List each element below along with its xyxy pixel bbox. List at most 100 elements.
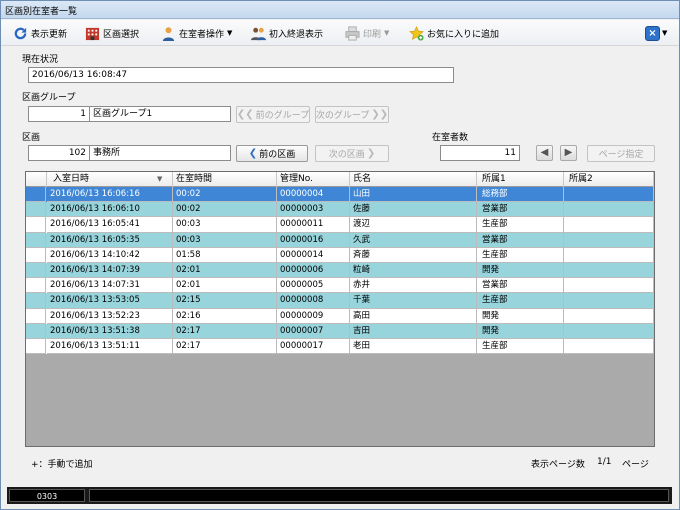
refresh-icon	[14, 27, 27, 39]
area-group-number-field: 1	[28, 106, 90, 122]
table-row[interactable]: 2016/06/13 13:52:23 02:16 00000009 高田 開発	[26, 308, 654, 324]
cell-dept1: 開発	[477, 323, 564, 339]
cell-entry: 2016/06/13 14:07:39	[47, 262, 173, 279]
building-icon	[85, 27, 100, 40]
table-header: 入室日時 ▼ 在室時間 管理No. 氏名 所属1 所属2	[26, 172, 654, 187]
next-area-label: 次の区画	[328, 150, 365, 160]
close-icon: ×	[645, 25, 660, 41]
area-group-label: 区画グループ	[22, 93, 76, 103]
cell-name: 老田	[350, 338, 477, 355]
status-code: 0303	[9, 489, 85, 502]
page-specify-button[interactable]: ページ指定	[587, 145, 655, 162]
cell-dept2	[564, 293, 654, 309]
area-name-field: 事務所	[89, 145, 231, 161]
row-header[interactable]	[26, 217, 46, 233]
close-chevron-down-icon: ▼	[662, 29, 668, 37]
cell-name: 佐藤	[350, 202, 477, 218]
row-header[interactable]	[26, 293, 46, 309]
first-last-display-label: 初入終退表示	[269, 29, 324, 40]
cell-duration: 02:01	[173, 278, 277, 294]
prev-group-button[interactable]: ❮❮ 前のグループ	[236, 106, 310, 123]
cell-dept1: 開発	[477, 308, 564, 324]
occupant-ops-label: 在室者操作	[179, 29, 225, 40]
cell-duration: 01:58	[173, 247, 277, 263]
page-next-arrow-icon: ▶	[564, 147, 573, 158]
cell-entry: 2016/06/13 14:10:42	[47, 247, 173, 263]
row-header[interactable]	[26, 308, 46, 324]
table-row[interactable]: 2016/06/13 13:53:05 02:15 00000008 千葉 生産部	[26, 293, 654, 309]
row-header[interactable]	[26, 262, 46, 279]
refresh-button[interactable]: 表示更新	[13, 24, 67, 42]
cell-name: 久武	[350, 232, 477, 248]
table-row[interactable]: 2016/06/13 16:06:16 00:02 00000004 山田 総務部	[26, 187, 654, 203]
column-header-duration[interactable]: 在室時間	[173, 172, 277, 187]
row-header[interactable]	[26, 202, 46, 218]
page-unit: ページ	[622, 460, 649, 470]
cell-dept1: 生産部	[477, 217, 564, 233]
row-header[interactable]	[26, 232, 46, 248]
cell-name: 吉田	[350, 323, 477, 339]
first-last-display-button[interactable]: 初入終退表示	[251, 24, 323, 42]
table-row[interactable]: 2016/06/13 13:51:38 02:17 00000007 吉田 開発	[26, 323, 654, 339]
column-header-dept2[interactable]: 所属2	[564, 172, 654, 187]
area-select-button[interactable]: 区画選択	[85, 24, 139, 42]
cell-no: 00000007	[277, 323, 350, 339]
table-row[interactable]: 2016/06/13 16:06:10 00:02 00000003 佐藤 営業部	[26, 202, 654, 218]
table-row[interactable]: 2016/06/13 16:05:41 00:03 00000011 渡辺 生産部	[26, 217, 654, 233]
prev-area-button[interactable]: ❮ 前の区画	[236, 145, 308, 162]
print-chevron-down-icon: ▼	[384, 29, 390, 37]
cell-duration: 02:16	[173, 308, 277, 324]
print-label: 印刷	[363, 29, 382, 40]
cell-entry: 2016/06/13 16:05:41	[47, 217, 173, 233]
cell-dept2	[564, 308, 654, 324]
occupant-ops-menu[interactable]: 在室者操作 ▼	[161, 24, 232, 42]
cell-no: 00000016	[277, 232, 350, 248]
page-prev-arrow-icon: ◀	[540, 147, 549, 158]
area-group-name-field: 区画グループ1	[89, 106, 231, 122]
prev-area-label: 前の区画	[259, 150, 296, 160]
print-menu[interactable]: 印刷 ▼	[345, 24, 389, 42]
row-header[interactable]	[26, 338, 46, 355]
cell-duration: 02:17	[173, 323, 277, 339]
row-header[interactable]	[26, 187, 46, 203]
column-header-entry[interactable]: 入室日時 ▼	[47, 172, 173, 187]
cell-entry: 2016/06/13 13:51:11	[47, 338, 173, 355]
cell-no: 00000017	[277, 338, 350, 355]
cell-no: 00000004	[277, 187, 350, 203]
table-row[interactable]: 2016/06/13 16:05:35 00:03 00000016 久武 営業部	[26, 232, 654, 248]
manual-add-hint: +：手動で追加	[31, 460, 93, 470]
row-header[interactable]	[26, 278, 46, 294]
close-menu-button[interactable]: × ▼	[645, 24, 673, 42]
cell-entry: 2016/06/13 16:05:35	[47, 232, 173, 248]
cell-dept2	[564, 278, 654, 294]
cell-duration: 00:03	[173, 217, 277, 233]
cell-dept1: 営業部	[477, 278, 564, 294]
cell-entry: 2016/06/13 16:06:10	[47, 202, 173, 218]
title-bar: 区画別在室者一覧	[1, 1, 679, 19]
area-label: 区画	[22, 133, 41, 143]
cell-entry: 2016/06/13 16:06:16	[47, 187, 173, 203]
prev-group-label: 前のグループ	[255, 111, 310, 121]
page-prev-button[interactable]: ◀	[536, 145, 553, 161]
cell-no: 00000014	[277, 247, 350, 263]
column-header-name[interactable]: 氏名	[350, 172, 477, 187]
cell-duration: 02:17	[173, 338, 277, 355]
cell-duration: 02:15	[173, 293, 277, 309]
cell-entry: 2016/06/13 14:07:31	[47, 278, 173, 294]
row-header[interactable]	[26, 323, 46, 339]
status-message	[89, 489, 669, 502]
next-area-button[interactable]: 次の区画 ❯	[315, 145, 389, 162]
toolbar: 表示更新 区画選択 在室者操作 ▼ 初入終退表示 印刷 ▼ お気に入りに追加 ×…	[1, 20, 679, 46]
current-status-label: 現在状況	[22, 55, 59, 65]
table-row[interactable]: 2016/06/13 14:07:31 02:01 00000005 赤井 営業部	[26, 278, 654, 294]
table-row[interactable]: 2016/06/13 13:51:11 02:17 00000017 老田 生産部	[26, 338, 654, 355]
page-next-button[interactable]: ▶	[560, 145, 577, 161]
column-header-no[interactable]: 管理No.	[277, 172, 350, 187]
column-header-dept1[interactable]: 所属1	[477, 172, 564, 187]
next-group-button[interactable]: 次のグループ ❯❯	[315, 106, 389, 123]
table-row[interactable]: 2016/06/13 14:10:42 01:58 00000014 斉藤 生産部	[26, 247, 654, 263]
add-favorite-button[interactable]: お気に入りに追加	[409, 24, 499, 42]
cell-no: 00000006	[277, 262, 350, 279]
table-row[interactable]: 2016/06/13 14:07:39 02:01 00000006 粒崎 開発	[26, 262, 654, 279]
row-header[interactable]	[26, 247, 46, 263]
